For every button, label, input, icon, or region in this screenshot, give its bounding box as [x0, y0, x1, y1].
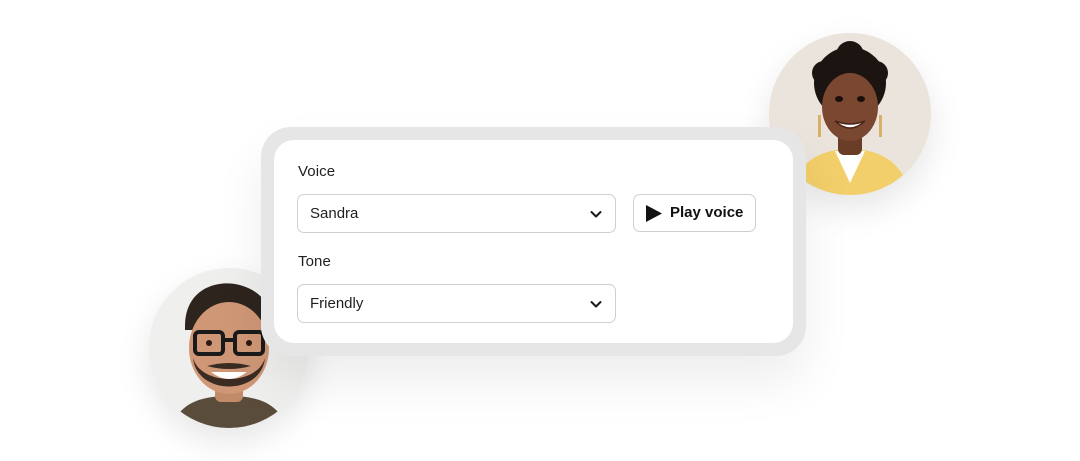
play-icon: [645, 204, 663, 223]
chevron-down-icon: [589, 297, 603, 311]
tone-select-value: Friendly: [310, 295, 364, 312]
tone-label: Tone: [298, 253, 331, 270]
play-voice-label: Play voice: [670, 204, 744, 221]
voice-settings-illustration: Voice Sandra Play voice Tone Friendly: [0, 0, 1080, 461]
voice-label: Voice: [298, 163, 336, 180]
play-voice-button[interactable]: Play voice: [633, 194, 756, 232]
voice-select[interactable]: Sandra: [297, 194, 616, 233]
voice-select-value: Sandra: [310, 205, 359, 222]
tone-select[interactable]: Friendly: [297, 284, 616, 323]
chevron-down-icon: [589, 207, 603, 221]
